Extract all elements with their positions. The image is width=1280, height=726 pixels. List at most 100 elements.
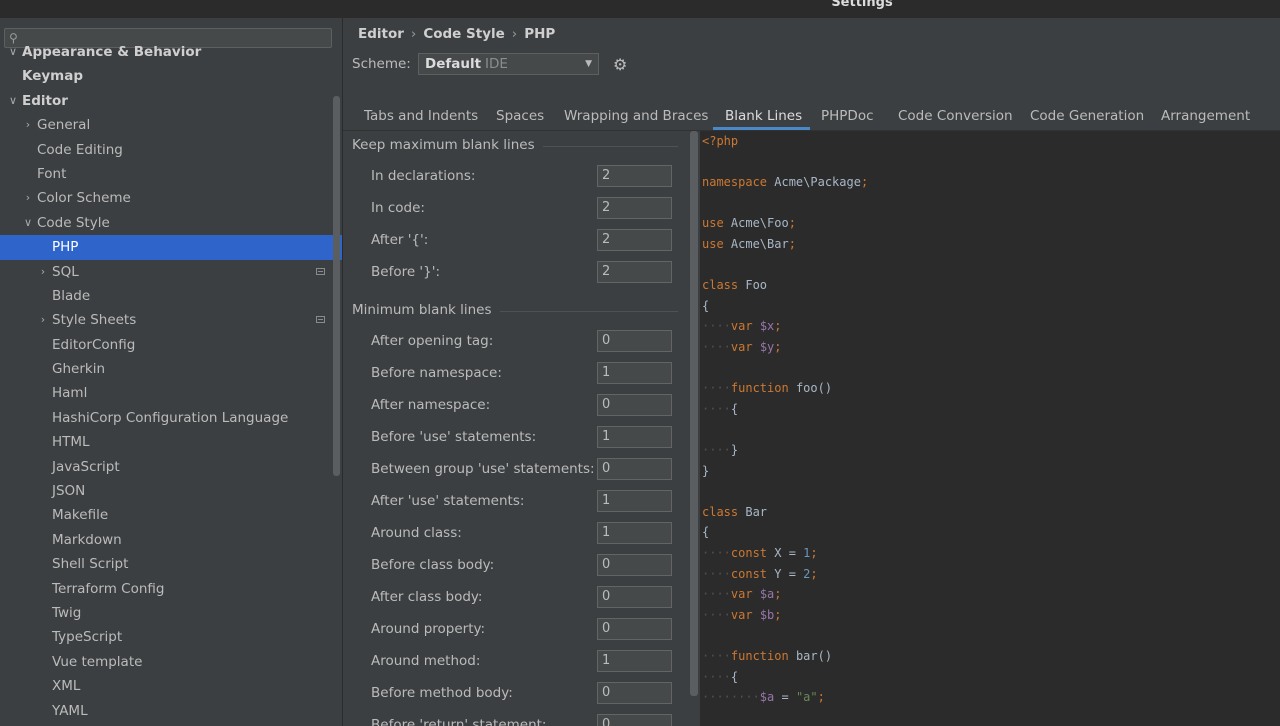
blank-lines-field[interactable]: 0 — [597, 458, 672, 480]
tree-item-label: TypeScript — [52, 629, 123, 646]
chevron-right-icon[interactable]: › — [37, 260, 49, 284]
sidebar-scrollbar[interactable] — [333, 96, 340, 476]
tree-item-label: HTML — [52, 434, 90, 451]
scheme-suffix: IDE — [485, 56, 508, 72]
tree-item[interactable]: Font — [0, 162, 342, 186]
tree-item-label: XML — [52, 678, 81, 695]
chevron-down-icon[interactable]: ∨ — [7, 89, 19, 113]
code-token: ; — [817, 690, 825, 705]
tree-item[interactable]: › General — [0, 113, 342, 137]
code-token: Bar — [745, 504, 768, 519]
breadcrumb-item[interactable]: Editor — [358, 26, 404, 42]
chevron-down-icon[interactable]: ∨ — [7, 40, 19, 64]
settings-content: Editor › Code Style › PHP Scheme: Default IDE… — [343, 18, 1280, 726]
tree-item[interactable]: Vue template — [0, 650, 342, 674]
tree-item[interactable]: Gherkin — [0, 357, 342, 381]
tree-item-label: Markdown — [52, 531, 122, 548]
code-token: ···· — [702, 319, 731, 334]
title-bar: Settings — [0, 0, 1280, 18]
option-label: After '{': — [371, 232, 429, 248]
blank-lines-field[interactable]: 0 — [597, 714, 672, 726]
tree-item[interactable]: Markdown — [0, 528, 342, 552]
tree-item[interactable]: TypeScript — [0, 625, 342, 649]
breadcrumb-item[interactable]: Code Style — [423, 26, 504, 42]
tree-item[interactable]: Shell Script — [0, 552, 342, 576]
tree-item[interactable]: HTML — [0, 430, 342, 454]
blank-lines-field[interactable]: 2 — [597, 165, 672, 187]
tree-item[interactable]: HashiCorp Configuration Language — [0, 406, 342, 430]
tab-tabs-and-indents[interactable]: Tabs and Indents — [364, 108, 478, 124]
code-token: $a — [759, 587, 775, 602]
tree-item[interactable]: PHP — [0, 235, 342, 260]
tree-item-label: EditorConfig — [52, 336, 136, 353]
blank-lines-field[interactable]: 0 — [597, 618, 672, 640]
chevron-down-icon[interactable]: ∨ — [22, 211, 34, 235]
tree-item[interactable]: ∨ Code Style — [0, 211, 342, 235]
tree-item-label: SQL — [52, 263, 79, 280]
tree-item[interactable]: Terraform Config — [0, 577, 342, 601]
tree-item[interactable]: Blade — [0, 284, 342, 308]
tree-item[interactable]: YAML — [0, 699, 342, 723]
gear-icon[interactable]: ⚙ — [613, 55, 627, 74]
blank-lines-field[interactable]: 2 — [597, 197, 672, 219]
tree-item[interactable]: JavaScript — [0, 455, 342, 479]
blank-lines-field[interactable]: 0 — [597, 682, 672, 704]
code-line: class Bar — [702, 505, 767, 519]
code-line: use Acme\Bar; — [702, 237, 796, 251]
tab-arrangement[interactable]: Arrangement — [1161, 108, 1250, 124]
tab-code-conversion[interactable]: Code Conversion — [898, 108, 1013, 124]
tab-wrapping-and-braces[interactable]: Wrapping and Braces — [564, 108, 708, 124]
code-token: ; — [774, 587, 782, 602]
tree-item[interactable]: Code Editing — [0, 138, 342, 162]
blank-lines-field[interactable]: 1 — [597, 650, 672, 672]
code-line: { — [702, 525, 709, 539]
blank-lines-field[interactable]: 1 — [597, 522, 672, 544]
options-scrollbar[interactable] — [690, 131, 698, 696]
tree-item[interactable]: EditorConfig — [0, 333, 342, 357]
tab-spaces[interactable]: Spaces — [496, 108, 544, 124]
option-label: After class body: — [371, 589, 483, 605]
blank-lines-field[interactable]: 2 — [597, 261, 672, 283]
tab-phpdoc[interactable]: PHPDoc — [821, 108, 874, 124]
tree-item[interactable]: Twig — [0, 601, 342, 625]
blank-lines-field[interactable]: 0 — [597, 554, 672, 576]
tree-item-label: Appearance & Behavior — [22, 44, 202, 60]
scheme-dropdown[interactable]: Default IDE ▼ — [418, 53, 599, 75]
tree-item[interactable]: ∨ Appearance & Behavior — [0, 40, 342, 64]
tree-item[interactable]: Makefile — [0, 503, 342, 527]
tab-blank-lines[interactable]: Blank Lines — [725, 108, 802, 124]
tree-item[interactable]: Haml — [0, 381, 342, 405]
tree-item-label: Style Sheets — [52, 312, 137, 329]
blank-lines-field[interactable]: 0 — [597, 330, 672, 352]
blank-lines-field[interactable]: 1 — [597, 490, 672, 512]
tree-item-label: JSON — [52, 483, 86, 500]
chevron-right-icon[interactable]: › — [37, 308, 49, 332]
code-token: Acme\Bar — [730, 237, 789, 251]
tree-item[interactable]: Keymap — [0, 64, 342, 88]
tree-item[interactable]: ∨ Editor — [0, 89, 342, 113]
tree-item[interactable]: JSON — [0, 479, 342, 503]
blank-lines-field[interactable]: 2 — [597, 229, 672, 251]
blank-lines-field[interactable]: 0 — [597, 586, 672, 608]
chevron-right-icon[interactable]: › — [22, 186, 34, 210]
option-label: In code: — [371, 200, 425, 216]
scheme-name: Default — [425, 56, 482, 72]
chevron-right-icon[interactable]: › — [22, 113, 34, 137]
blank-lines-field[interactable]: 1 — [597, 426, 672, 448]
code-line: ····{ — [702, 670, 738, 684]
tree-item-label: Editor — [22, 92, 68, 109]
tree-item[interactable]: › Style Sheets — [0, 308, 342, 332]
code-token: ···· — [702, 607, 731, 622]
tree-item[interactable]: › Color Scheme — [0, 186, 342, 210]
code-token: { — [702, 298, 710, 313]
tree-item-label: HashiCorp Configuration Language — [52, 409, 289, 426]
tab-code-generation[interactable]: Code Generation — [1030, 108, 1144, 124]
code-token: const — [730, 566, 775, 581]
code-token: ; — [788, 216, 796, 231]
tree-item[interactable]: XML — [0, 674, 342, 698]
code-token: <?php — [702, 134, 739, 148]
blank-lines-field[interactable]: 0 — [597, 394, 672, 416]
code-token: ···· — [702, 443, 731, 457]
blank-lines-field[interactable]: 1 — [597, 362, 672, 384]
tree-item[interactable]: › SQL — [0, 260, 342, 284]
